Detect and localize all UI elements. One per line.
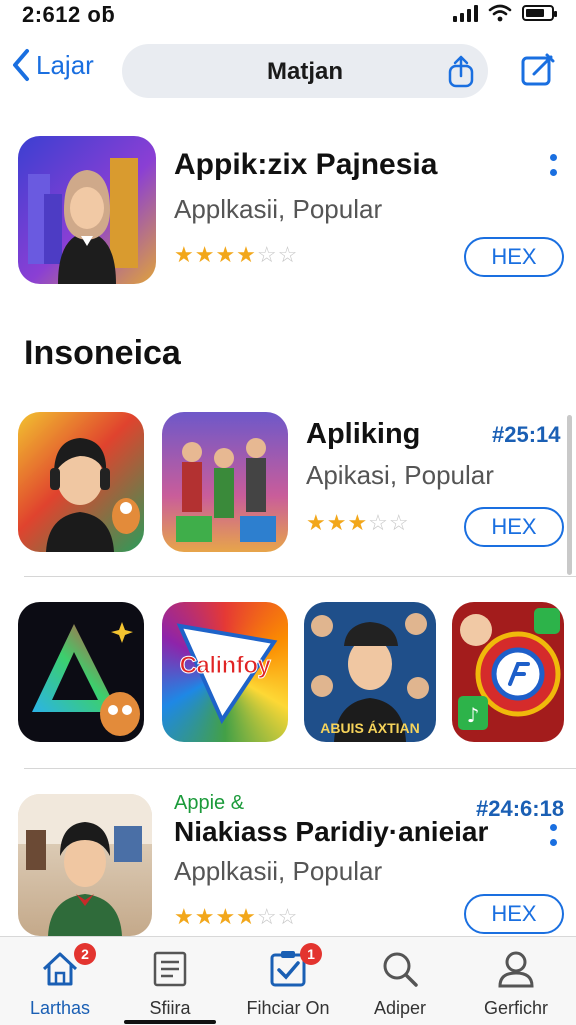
wifi-icon	[488, 4, 512, 22]
home-badge: 2	[74, 943, 96, 965]
tab-bar: 2 Larthas Sfiira 1 Fihciar On Adiper Ger…	[0, 936, 576, 1025]
share-icon[interactable]	[446, 54, 476, 88]
app-artwork-group	[176, 438, 276, 542]
back-label: Lajar	[36, 49, 94, 80]
app3-title[interactable]: Niakiass Paridiy·anieiar	[174, 816, 488, 848]
app-tile-calinfoy[interactable]: Calinfoy	[162, 602, 288, 742]
app2-get-button[interactable]: HEX	[464, 507, 564, 547]
featured-rating-stars: ★★★★☆☆	[174, 242, 299, 267]
svg-text:♪: ♪	[467, 703, 480, 727]
tab-fihciar-on[interactable]: 1 Fihciar On	[238, 943, 338, 1019]
app-icon-headphones-girl[interactable]	[18, 412, 144, 552]
status-icons	[453, 4, 557, 22]
tab-sfiira-label: Sfiira	[149, 998, 191, 1018]
abuls-tile-label: ABUIS ÁXTIAN	[320, 720, 420, 736]
app-icon-group-game[interactable]	[162, 412, 288, 552]
app-tile-music[interactable]: ♪	[452, 602, 564, 742]
status-time: 2:612 ᴏƃ	[22, 2, 116, 27]
app3-subtitle: Applkasii, Popular	[174, 856, 383, 886]
app2-price: #25:14	[492, 422, 561, 447]
featured-app-icon[interactable]	[18, 136, 156, 284]
app-artwork-headphones	[46, 438, 140, 552]
app-tile-triangle[interactable]	[18, 602, 144, 742]
featured-app-subtitle: Applkasii, Popular	[174, 194, 383, 224]
app2-subtitle: Apikasi, Popular	[306, 460, 494, 490]
divider-1	[24, 576, 576, 577]
tab-gerfichr-label: Gerfichr	[483, 998, 548, 1018]
app2-title[interactable]: Apliking	[306, 418, 420, 451]
nav-bar: Lajar Matjan	[0, 40, 576, 100]
app-artwork-gallery	[18, 794, 152, 936]
featured-more-icon[interactable]	[548, 154, 558, 176]
app-icon-gallery-girl[interactable]	[18, 794, 152, 936]
cellular-signal-icon	[453, 4, 478, 22]
featured-app-title[interactable]: Appik:zix Pajnesia	[174, 148, 437, 182]
scrollbar[interactable]	[567, 415, 572, 575]
tab-home[interactable]: 2 Larthas	[10, 943, 110, 1019]
search-field[interactable]: Matjan	[122, 44, 488, 98]
divider-2	[24, 768, 576, 769]
tab-fihciar-label: Fihciar On	[246, 998, 330, 1018]
document-icon	[153, 951, 187, 987]
featured-app-artwork	[28, 158, 138, 284]
tab-adiper[interactable]: Adiper	[350, 949, 450, 1019]
app3-get-button[interactable]: HEX	[464, 894, 564, 934]
person-icon	[498, 951, 534, 988]
back-button[interactable]: Lajar	[12, 48, 94, 82]
calinfoy-tile-label: Calinfoy	[179, 652, 271, 680]
battery-icon	[522, 5, 557, 21]
tab-adiper-label: Adiper	[373, 998, 427, 1018]
app-artwork-music: ♪	[458, 608, 561, 730]
fihciar-badge: 1	[300, 943, 322, 965]
triangle-logo-icon	[32, 622, 140, 736]
tab-gerfichr[interactable]: Gerfichr	[466, 949, 566, 1019]
app3-rating-stars: ★★★★☆☆	[174, 904, 299, 929]
search-label: Matjan	[266, 58, 343, 85]
home-indicator	[124, 1020, 216, 1024]
search-icon	[383, 952, 418, 987]
compose-icon[interactable]	[520, 52, 556, 88]
featured-get-button[interactable]: HEX	[464, 237, 564, 277]
chevron-left-icon	[13, 49, 29, 81]
app2-rating-stars: ★★★☆☆	[306, 510, 410, 535]
tab-home-label: Larthas	[29, 998, 91, 1018]
app3-tag: Appie &	[174, 792, 245, 814]
app-tile-abuls[interactable]: ABUIS ÁXTIAN	[304, 602, 436, 742]
app3-more-icon[interactable]	[548, 824, 558, 846]
section-title: Insoneica	[24, 334, 181, 372]
status-bar: 2:612 ᴏƃ	[0, 0, 576, 30]
tab-sfiira[interactable]: Sfiira	[120, 949, 220, 1019]
app3-price: #24:6:18	[476, 796, 565, 821]
